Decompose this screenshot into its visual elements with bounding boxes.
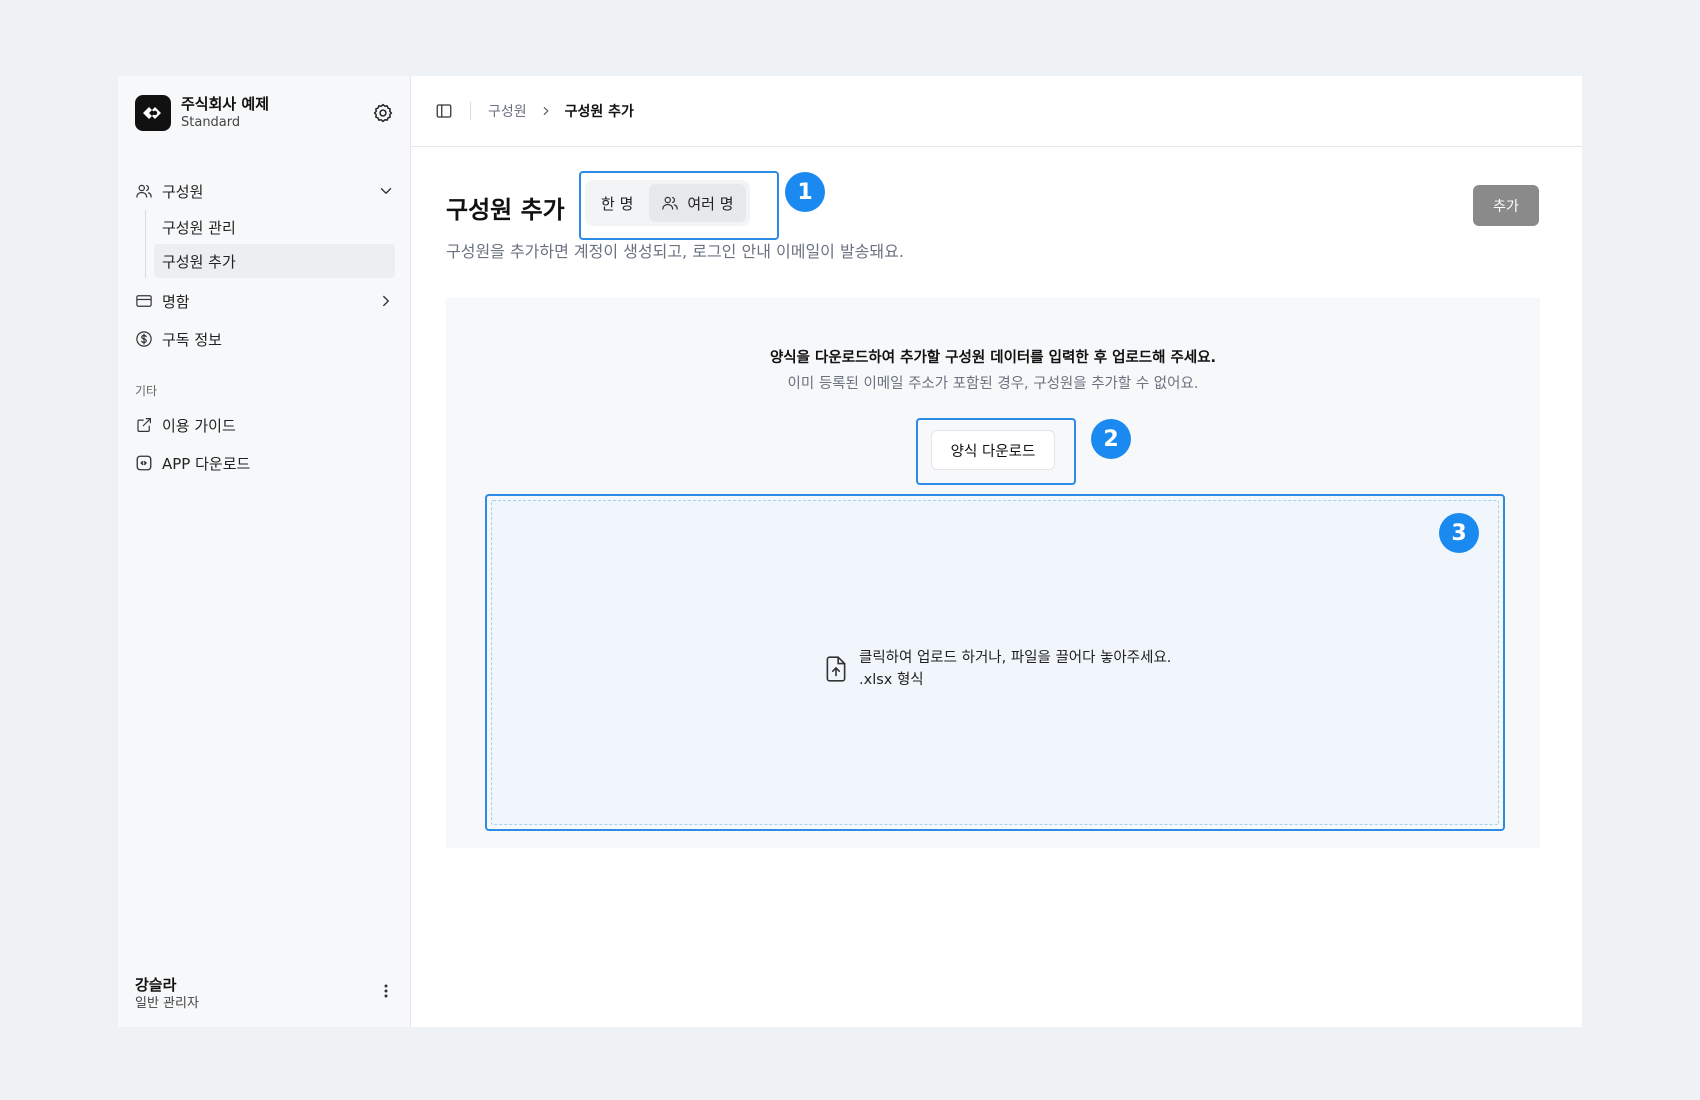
bulk-upload-card: 양식을 다운로드하여 추가할 구성원 데이터를 입력한 후 업로드해 주세요. … (446, 298, 1540, 848)
app-icon (135, 454, 153, 472)
user-role: 일반 관리자 (135, 996, 199, 1011)
dropzone-content: 클릭하여 업로드 하거나, 파일을 끌어다 놓아주세요. .xlsx 형식 (823, 647, 1171, 691)
step-badge-3: 3 (1439, 513, 1479, 553)
sidebar-item-label: 구성원 (162, 182, 204, 201)
brand-logo-icon (135, 95, 171, 131)
user-profile[interactable]: 강슬라 일반 관리자 (135, 975, 199, 1013)
file-upload-icon (823, 655, 849, 683)
app-window: 주식회사 예제 Standard 구성원 구성원 관리 구성원 추가 명함 구독… (118, 76, 1582, 1027)
users-icon (135, 182, 153, 200)
org-name: 주식회사 예제 (181, 95, 270, 113)
sidebar-subitem-manage-members[interactable]: 구성원 관리 (154, 210, 395, 244)
chevron-down-icon[interactable] (377, 182, 395, 200)
template-download-button[interactable]: 양식 다운로드 (931, 430, 1055, 470)
sidebar: 주식회사 예제 Standard 구성원 구성원 관리 구성원 추가 명함 구독… (118, 76, 411, 1027)
org-plan: Standard (181, 115, 241, 130)
page-description: 구성원을 추가하면 계정이 생성되고, 로그인 안내 이메일이 발송돼요. (446, 242, 904, 261)
top-bar: 구성원 구성원 추가 (411, 76, 1582, 147)
sidebar-item-label: APP 다운로드 (162, 454, 251, 473)
breadcrumb-current: 구성원 추가 (564, 104, 634, 120)
sidebar-item-subscription[interactable]: 구독 정보 (135, 320, 395, 358)
sidebar-item-label: 이용 가이드 (162, 416, 236, 435)
segment-multi-label: 여러 명 (687, 194, 734, 213)
add-mode-segmented-control: 한 명 여러 명 (585, 180, 750, 226)
file-dropzone[interactable]: 클릭하여 업로드 하거나, 파일을 끌어다 놓아주세요. .xlsx 형식 3 (491, 500, 1499, 825)
sidebar-nav: 구성원 구성원 관리 구성원 추가 명함 구독 정보 기타 이용 가이드 APP… (135, 172, 395, 482)
chevron-right-icon (539, 104, 553, 118)
card-icon (135, 292, 153, 310)
sidebar-item-members[interactable]: 구성원 (135, 172, 395, 210)
dropzone-format-hint: .xlsx 형식 (859, 672, 924, 688)
breadcrumb-parent[interactable]: 구성원 (488, 101, 527, 121)
members-submenu: 구성원 관리 구성원 추가 (145, 210, 395, 278)
step-badge-2: 2 (1091, 419, 1131, 459)
segment-single-button[interactable]: 한 명 (589, 184, 645, 222)
external-link-icon (135, 416, 153, 434)
step-badge-1: 1 (785, 172, 825, 212)
org-header[interactable]: 주식회사 예제 Standard (135, 94, 269, 132)
segment-single-label: 한 명 (601, 194, 634, 213)
add-button[interactable]: 추가 (1473, 185, 1539, 226)
segment-multi-button[interactable]: 여러 명 (649, 184, 746, 222)
card-subtitle: 이미 등록된 이메일 주소가 포함된 경우, 구성원을 추가할 수 없어요. (787, 376, 1199, 392)
main-content: 구성원 구성원 추가 구성원 추가 한 명 여러 명 1 구성원을 추가하면 계… (411, 76, 1582, 1027)
dollar-circle-icon (135, 330, 153, 348)
sidebar-toggle-icon[interactable] (435, 102, 453, 120)
topbar-divider (470, 102, 471, 120)
sidebar-item-label: 명함 (162, 292, 190, 311)
dropzone-instruction: 클릭하여 업로드 하거나, 파일을 끌어다 놓아주세요. (859, 650, 1172, 666)
section-label-other: 기타 (135, 384, 158, 398)
chevron-right-icon[interactable] (377, 292, 395, 310)
user-name: 강슬라 (135, 976, 177, 994)
sidebar-subitem-add-member[interactable]: 구성원 추가 (154, 244, 395, 278)
sidebar-item-guide[interactable]: 이용 가이드 (135, 406, 395, 444)
sidebar-item-label: 구독 정보 (162, 330, 222, 349)
more-vertical-icon[interactable] (378, 983, 394, 999)
sidebar-item-app-download[interactable]: APP 다운로드 (135, 444, 395, 482)
card-title: 양식을 다운로드하여 추가할 구성원 데이터를 입력한 후 업로드해 주세요. (769, 350, 1217, 366)
gear-icon[interactable] (372, 102, 394, 124)
page-title: 구성원 추가 (446, 196, 565, 224)
users-icon (661, 194, 679, 212)
sidebar-item-business-card[interactable]: 명함 (135, 282, 395, 320)
